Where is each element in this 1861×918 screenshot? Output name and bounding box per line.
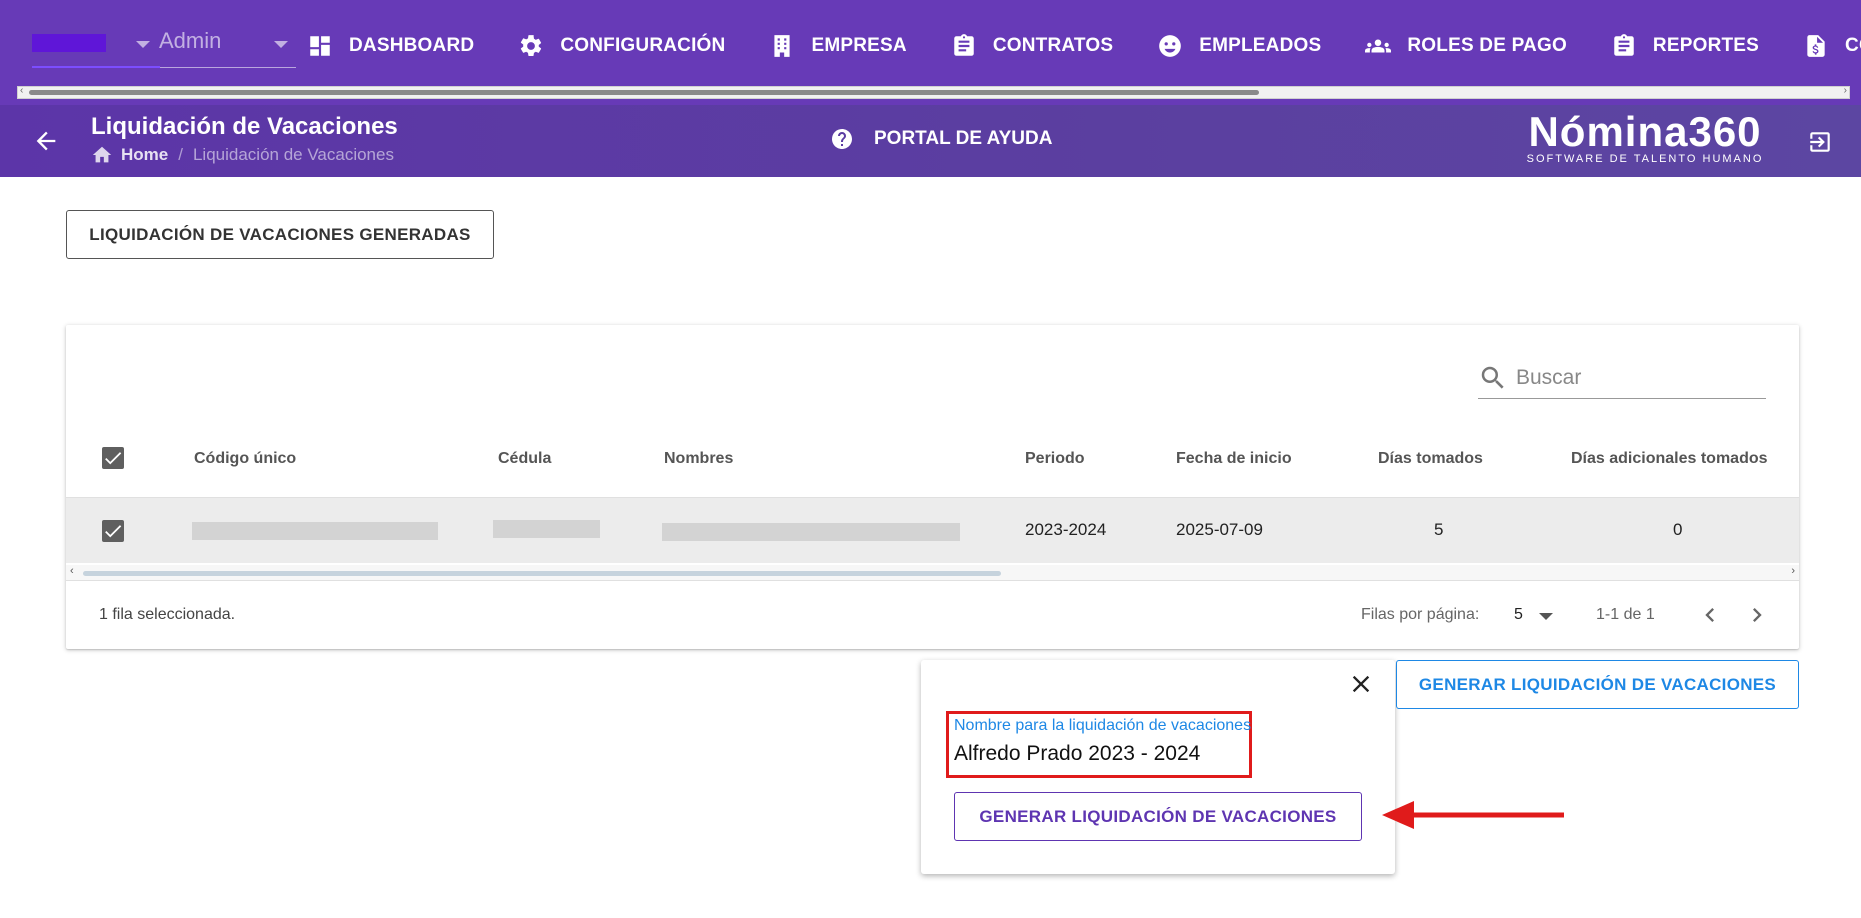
- cell-fecha-inicio: 2025-07-09: [1176, 520, 1263, 539]
- cell-dias-tomados: 5: [1434, 520, 1444, 539]
- nav-empleados[interactable]: EMPLEADOS: [1157, 33, 1321, 59]
- nav-label: EMPRESA: [811, 35, 907, 56]
- liquidation-name-input[interactable]: Alfredo Prado 2023 - 2024: [954, 742, 1200, 766]
- brand-name: Nómina360: [1528, 108, 1762, 155]
- redacted-codigo: [192, 522, 438, 540]
- logout-button[interactable]: [1807, 129, 1833, 155]
- nav-scrollbar[interactable]: ‹ ›: [17, 85, 1850, 99]
- rows-per-page-select[interactable]: 5: [1514, 606, 1523, 624]
- cell-periodo: 2023-2024: [1025, 520, 1107, 539]
- redacted-nombres: [662, 523, 960, 541]
- column-header-dias-adicionales[interactable]: Días adicionales tomados: [1571, 450, 1768, 468]
- nav-contratos[interactable]: CONTRATOS: [951, 33, 1113, 59]
- nav-label: ROLES DE PAGO: [1407, 35, 1567, 56]
- nav-label: CONTRATOS: [992, 35, 1114, 56]
- nav-costos[interactable]: COSTOS: [1803, 33, 1861, 59]
- top-navbar: Admin DASHBOARD CONFIGURACIÓN EMPRESA CO…: [0, 0, 1861, 105]
- nav-dashboard[interactable]: DASHBOARD: [307, 33, 474, 59]
- help-portal-link[interactable]: PORTAL DE AYUDA: [830, 127, 1052, 151]
- selection-count: 1 fila seleccionada.: [99, 606, 236, 623]
- gear-icon: [521, 35, 542, 56]
- breadcrumb-separator: /: [178, 145, 183, 164]
- close-button[interactable]: [1347, 670, 1375, 698]
- brand-tagline: SOFTWARE DE TALENTO HUMANO: [1526, 153, 1764, 165]
- pagination-range: 1-1 de 1: [1596, 606, 1655, 623]
- group-icon: [1365, 39, 1392, 53]
- help-label: PORTAL DE AYUDA: [874, 128, 1053, 149]
- org-role-label: Admin: [159, 28, 222, 53]
- submit-generate-button[interactable]: GENERAR LIQUIDACIÓN DE VACACIONES: [954, 792, 1362, 841]
- liquidation-name-field[interactable]: Nombre para la liquidación de vacaciones…: [946, 711, 1252, 778]
- dashboard-icon: [310, 36, 330, 56]
- scroll-left-icon[interactable]: ‹: [70, 565, 74, 577]
- checkmark-icon: [105, 452, 122, 465]
- column-header-codigo[interactable]: Código único: [194, 450, 296, 468]
- annotation-arrow-icon: [1382, 801, 1564, 829]
- scrollbar-thumb[interactable]: [29, 90, 1259, 95]
- next-page-button[interactable]: [1743, 601, 1771, 629]
- main-menu: DASHBOARD CONFIGURACIÓN EMPRESA CONTRATO…: [307, 26, 1861, 66]
- back-button[interactable]: [32, 127, 60, 155]
- rows-per-page-label: Filas por página:: [1361, 606, 1480, 623]
- nav-label: DASHBOARD: [349, 35, 475, 56]
- row-checkbox[interactable]: [102, 520, 124, 542]
- face-icon: [1159, 35, 1182, 57]
- search-input[interactable]: [1516, 365, 1746, 390]
- page-title: Liquidación de Vacaciones: [91, 113, 398, 140]
- redacted-cedula: [493, 520, 600, 538]
- column-header-periodo[interactable]: Periodo: [1025, 450, 1085, 468]
- clipboard-icon: [1614, 34, 1634, 56]
- generated-liquidations-button[interactable]: LIQUIDACIÓN DE VACACIONES GENERADAS: [66, 210, 494, 259]
- scroll-right-icon[interactable]: ›: [1844, 85, 1847, 96]
- column-header-dias-tomados[interactable]: Días tomados: [1378, 450, 1483, 468]
- chevron-left-icon: [1705, 608, 1714, 622]
- nav-label: CONFIGURACIÓN: [560, 35, 726, 56]
- chevron-down-icon[interactable]: [274, 41, 288, 48]
- cell-dias-adicionales: 0: [1673, 520, 1683, 539]
- table-row[interactable]: 2023-2024 2025-07-09 5 0: [66, 497, 1799, 563]
- nav-label: EMPLEADOS: [1199, 35, 1322, 56]
- field-label: Nombre para la liquidación de vacaciones: [954, 717, 1252, 734]
- scroll-left-icon[interactable]: ‹: [20, 85, 23, 96]
- breadcrumb: Home / Liquidación de Vacaciones: [91, 144, 394, 166]
- invoice-dollar-icon: [1807, 35, 1825, 57]
- building-icon: [774, 35, 791, 57]
- breadcrumb-home[interactable]: Home: [121, 145, 168, 165]
- brand-logo: Nómina360 SOFTWARE DE TALENTO HUMANO: [1515, 108, 1775, 166]
- scrollbar-thumb[interactable]: [83, 571, 1001, 576]
- column-header-cedula[interactable]: Cédula: [498, 450, 551, 468]
- chevron-down-icon[interactable]: [1539, 613, 1553, 620]
- table-scrollbar[interactable]: ‹ ›: [66, 565, 1799, 581]
- generate-liquidation-button[interactable]: GENERAR LIQUIDACIÓN DE VACACIONES: [1396, 660, 1799, 709]
- nav-configuracion[interactable]: CONFIGURACIÓN: [518, 33, 725, 59]
- select-all-checkbox[interactable]: [102, 447, 124, 469]
- arrow-left-icon: [36, 131, 56, 151]
- org-selector[interactable]: Admin: [32, 26, 296, 68]
- nav-roles-de-pago[interactable]: ROLES DE PAGO: [1365, 33, 1567, 59]
- nav-label: REPORTES: [1652, 35, 1760, 56]
- chevron-right-icon: [1753, 608, 1762, 622]
- nav-reportes[interactable]: REPORTES: [1611, 33, 1759, 59]
- org-divider: [32, 66, 160, 68]
- page-header: Liquidación de Vacaciones Home / Liquida…: [0, 105, 1861, 177]
- clipboard-icon: [954, 34, 974, 56]
- generate-popover: Nombre para la liquidación de vacaciones…: [921, 660, 1395, 874]
- help-icon: [832, 129, 852, 149]
- close-icon: [1352, 675, 1370, 693]
- chevron-down-icon[interactable]: [136, 41, 150, 48]
- home-icon: [92, 146, 112, 163]
- nav-label: COSTOS: [1845, 35, 1861, 56]
- logout-icon: [1810, 132, 1830, 152]
- column-header-nombres[interactable]: Nombres: [664, 450, 733, 468]
- checkmark-icon: [105, 525, 122, 538]
- org-logo: [32, 34, 106, 52]
- search-icon: [1481, 366, 1504, 389]
- previous-page-button[interactable]: [1696, 601, 1724, 629]
- nav-empresa[interactable]: EMPRESA: [769, 33, 907, 59]
- scroll-right-icon[interactable]: ›: [1791, 565, 1795, 577]
- breadcrumb-current: Liquidación de Vacaciones: [192, 145, 394, 164]
- column-header-fecha-inicio[interactable]: Fecha de inicio: [1176, 450, 1292, 468]
- data-table-card: Código único Cédula Nombres Periodo Fech…: [66, 325, 1799, 649]
- search-box[interactable]: [1478, 357, 1766, 399]
